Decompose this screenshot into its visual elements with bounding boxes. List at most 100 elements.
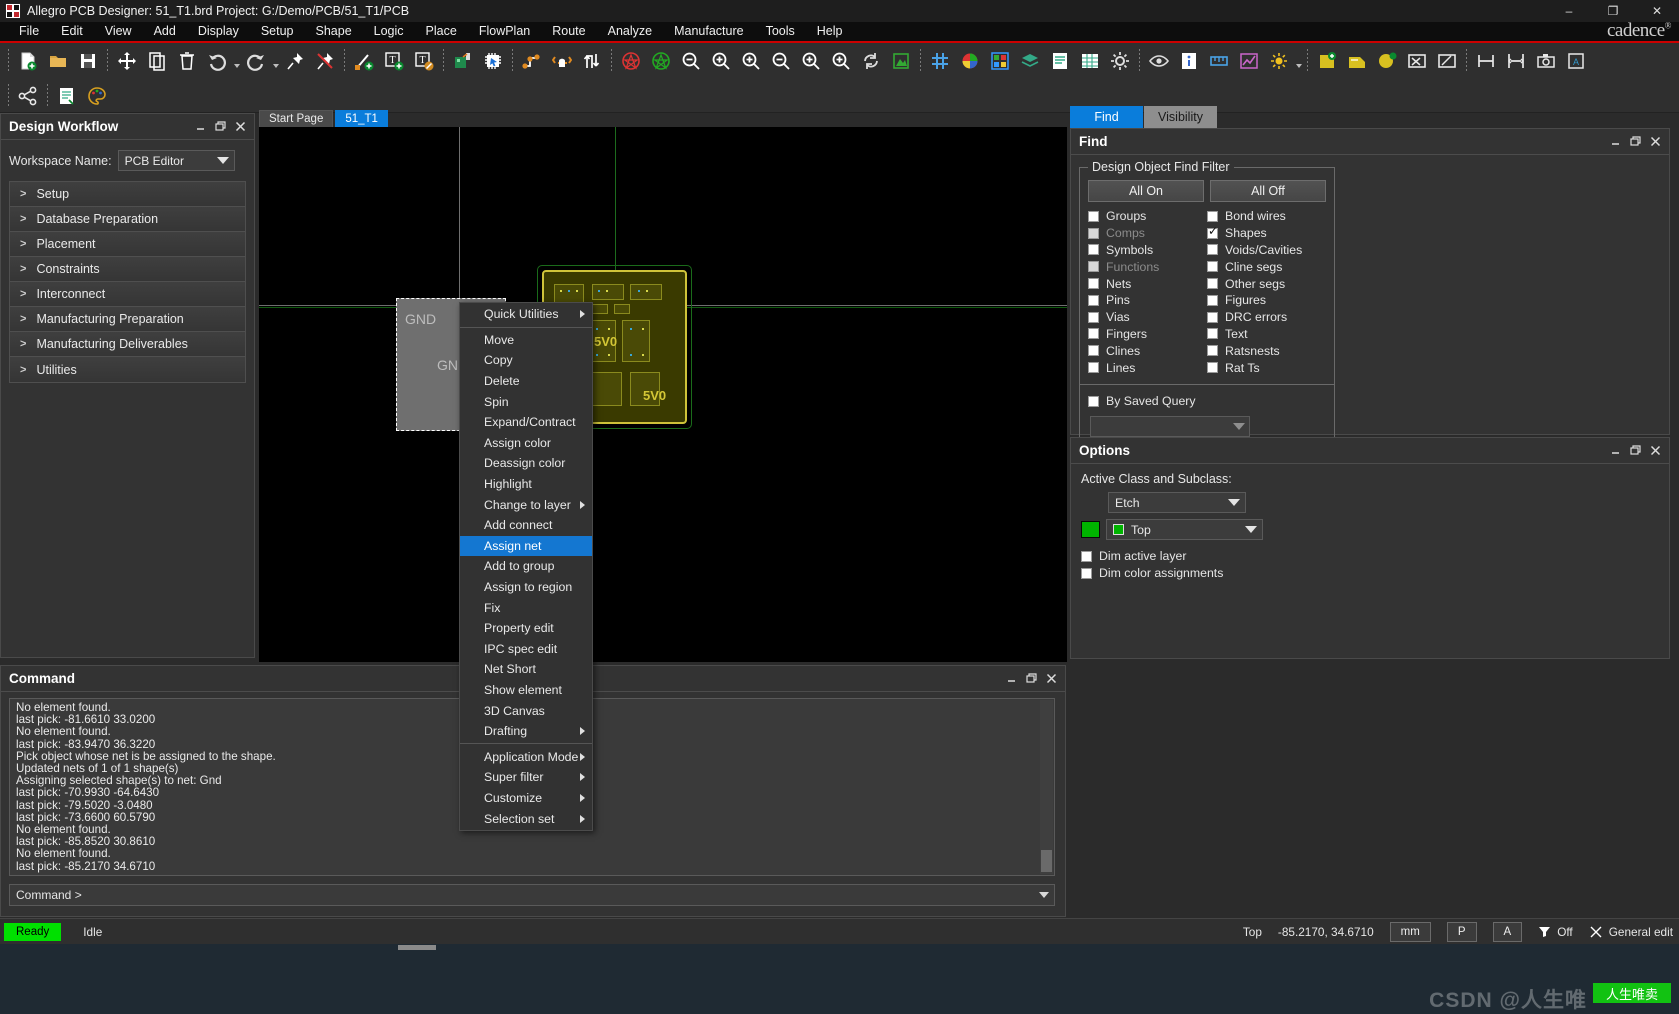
all-off-button[interactable]: All Off	[1210, 180, 1326, 202]
shape-edit-icon[interactable]	[1432, 46, 1462, 76]
add-text-icon[interactable]: T	[379, 46, 409, 76]
ctx-customize[interactable]: Customize	[460, 788, 592, 809]
minimize-button[interactable]: –	[1547, 0, 1591, 22]
dimension2-icon[interactable]	[1501, 46, 1531, 76]
grid-toggle-icon[interactable]	[925, 46, 955, 76]
checkbox-comps[interactable]	[1088, 227, 1099, 239]
open-folder-icon[interactable]	[43, 46, 73, 76]
status-mode-p-button[interactable]: P	[1446, 921, 1477, 942]
active-class-select[interactable]: Etch	[1108, 492, 1246, 513]
status-filter[interactable]: Off	[1538, 925, 1573, 939]
checkbox-nets[interactable]	[1088, 278, 1099, 290]
zoom-in-icon[interactable]	[736, 46, 766, 76]
checkbox-figures[interactable]	[1207, 294, 1218, 306]
find-minimize-icon[interactable]	[1605, 132, 1625, 152]
layers-stack-icon[interactable]	[1015, 46, 1045, 76]
dw-float-icon[interactable]	[210, 117, 230, 137]
menu-analyze[interactable]: Analyze	[597, 22, 663, 41]
checkbox-lines[interactable]	[1088, 362, 1099, 374]
ctx-selection-set[interactable]: Selection set	[460, 808, 592, 829]
report-icon[interactable]	[1045, 46, 1075, 76]
move-icon[interactable]	[112, 46, 142, 76]
ctx-change-to-layer[interactable]: Change to layer	[460, 494, 592, 515]
options-float-icon[interactable]	[1625, 441, 1645, 461]
dw-minimize-icon[interactable]	[190, 117, 210, 137]
ctx-add-to-group[interactable]: Add to group	[460, 556, 592, 577]
filter-row-shapes[interactable]: Shapes	[1207, 225, 1326, 242]
filter-row-functions[interactable]: Functions	[1088, 258, 1207, 275]
ctx-expand-contract[interactable]: Expand/Contract	[460, 412, 592, 433]
placement-edit-icon[interactable]	[448, 46, 478, 76]
subclass-color-swatch[interactable]	[1081, 521, 1100, 538]
ctx-3d-canvas[interactable]: 3D Canvas	[460, 700, 592, 721]
status-units-button[interactable]: mm	[1389, 921, 1431, 942]
menu-manufacture[interactable]: Manufacture	[663, 22, 754, 41]
redo-icon[interactable]	[241, 46, 271, 76]
menu-tools[interactable]: Tools	[755, 22, 806, 41]
ctx-ipc-spec-edit[interactable]: IPC spec edit	[460, 639, 592, 660]
zoom-world-icon[interactable]	[796, 46, 826, 76]
dw-item-interconnect[interactable]: > Interconnect	[10, 282, 245, 307]
dw-item-setup[interactable]: > Setup	[10, 182, 245, 207]
command-log-scrollbar[interactable]	[1040, 700, 1053, 874]
shape-add-poly-icon[interactable]	[1342, 46, 1372, 76]
filter-row-comps[interactable]: Comps	[1088, 225, 1207, 242]
filter-row-bond-wires[interactable]: Bond wires	[1207, 208, 1326, 225]
filter-row-cline-segs[interactable]: Cline segs	[1207, 258, 1326, 275]
checkbox-by-saved-query[interactable]	[1088, 395, 1099, 407]
filter-row-symbols[interactable]: Symbols	[1088, 242, 1207, 259]
zoom-previous-icon[interactable]	[766, 46, 796, 76]
info-doc-icon[interactable]	[1174, 46, 1204, 76]
checkbox-pins[interactable]	[1088, 294, 1099, 306]
snapshot-icon[interactable]	[1531, 46, 1561, 76]
menu-view[interactable]: View	[94, 22, 143, 41]
dw-item-manufacturing-preparation[interactable]: > Manufacturing Preparation	[10, 307, 245, 332]
filter-row-other-segs[interactable]: Other segs	[1207, 275, 1326, 292]
dim-active-layer-row[interactable]: Dim active layer	[1081, 548, 1659, 565]
menu-flowplan[interactable]: FlowPlan	[468, 22, 541, 41]
menu-place[interactable]: Place	[415, 22, 468, 41]
saved-query-select[interactable]	[1090, 415, 1250, 437]
filter-row-drc-errors[interactable]: DRC errors	[1207, 309, 1326, 326]
refresh-icon[interactable]	[856, 46, 886, 76]
shape-add-circle-icon[interactable]	[1372, 46, 1402, 76]
command-float-icon[interactable]	[1021, 669, 1041, 689]
find-close-icon[interactable]	[1645, 132, 1665, 152]
all-on-button[interactable]: All On	[1088, 180, 1204, 202]
checkbox-functions[interactable]	[1088, 261, 1099, 273]
dw-item-utilities[interactable]: > Utilities	[10, 357, 245, 382]
scrollbar-thumb[interactable]	[1041, 850, 1052, 872]
ctx-fix[interactable]: Fix	[460, 597, 592, 618]
workspace-name-select[interactable]: PCB Editor	[117, 150, 235, 171]
status-mode-a-button[interactable]: A	[1492, 921, 1523, 942]
checkbox-shapes[interactable]	[1207, 225, 1218, 239]
checkbox-dim-active-layer[interactable]	[1081, 550, 1092, 562]
tab-visibility[interactable]: Visibility	[1144, 106, 1217, 128]
dw-item-constraints[interactable]: > Constraints	[10, 257, 245, 282]
checkbox-voids-cavities[interactable]	[1207, 244, 1218, 256]
checkbox-clines[interactable]	[1088, 345, 1099, 357]
ctx-assign-net[interactable]: Assign net	[460, 535, 592, 557]
ctx-drafting[interactable]: Drafting	[460, 721, 592, 742]
export-report-icon[interactable]	[52, 81, 82, 111]
checkbox-symbols[interactable]	[1088, 244, 1099, 256]
dw-close-icon[interactable]	[230, 117, 250, 137]
dw-item-placement[interactable]: > Placement	[10, 232, 245, 257]
checkbox-bond-wires[interactable]	[1207, 210, 1218, 222]
checkbox-vias[interactable]	[1088, 311, 1099, 323]
command-close-icon[interactable]	[1041, 669, 1061, 689]
copy-icon[interactable]	[142, 46, 172, 76]
ctx-net-short[interactable]: Net Short	[460, 659, 592, 680]
checkbox-cline-segs[interactable]	[1207, 261, 1218, 273]
checkbox-text[interactable]	[1207, 328, 1218, 340]
checkbox-drc-errors[interactable]	[1207, 311, 1218, 323]
filter-row-clines[interactable]: Clines	[1088, 342, 1207, 359]
ctx-property-edit[interactable]: Property edit	[460, 618, 592, 639]
filter-row-lines[interactable]: Lines	[1088, 359, 1207, 376]
redo-dropdown-icon[interactable]	[271, 46, 280, 76]
ctx-add-connect[interactable]: Add connect	[460, 515, 592, 536]
command-input[interactable]: Command >	[9, 884, 1055, 906]
unpin-icon[interactable]	[310, 46, 340, 76]
filter-row-groups[interactable]: Groups	[1088, 208, 1207, 225]
menu-edit[interactable]: Edit	[50, 22, 94, 41]
